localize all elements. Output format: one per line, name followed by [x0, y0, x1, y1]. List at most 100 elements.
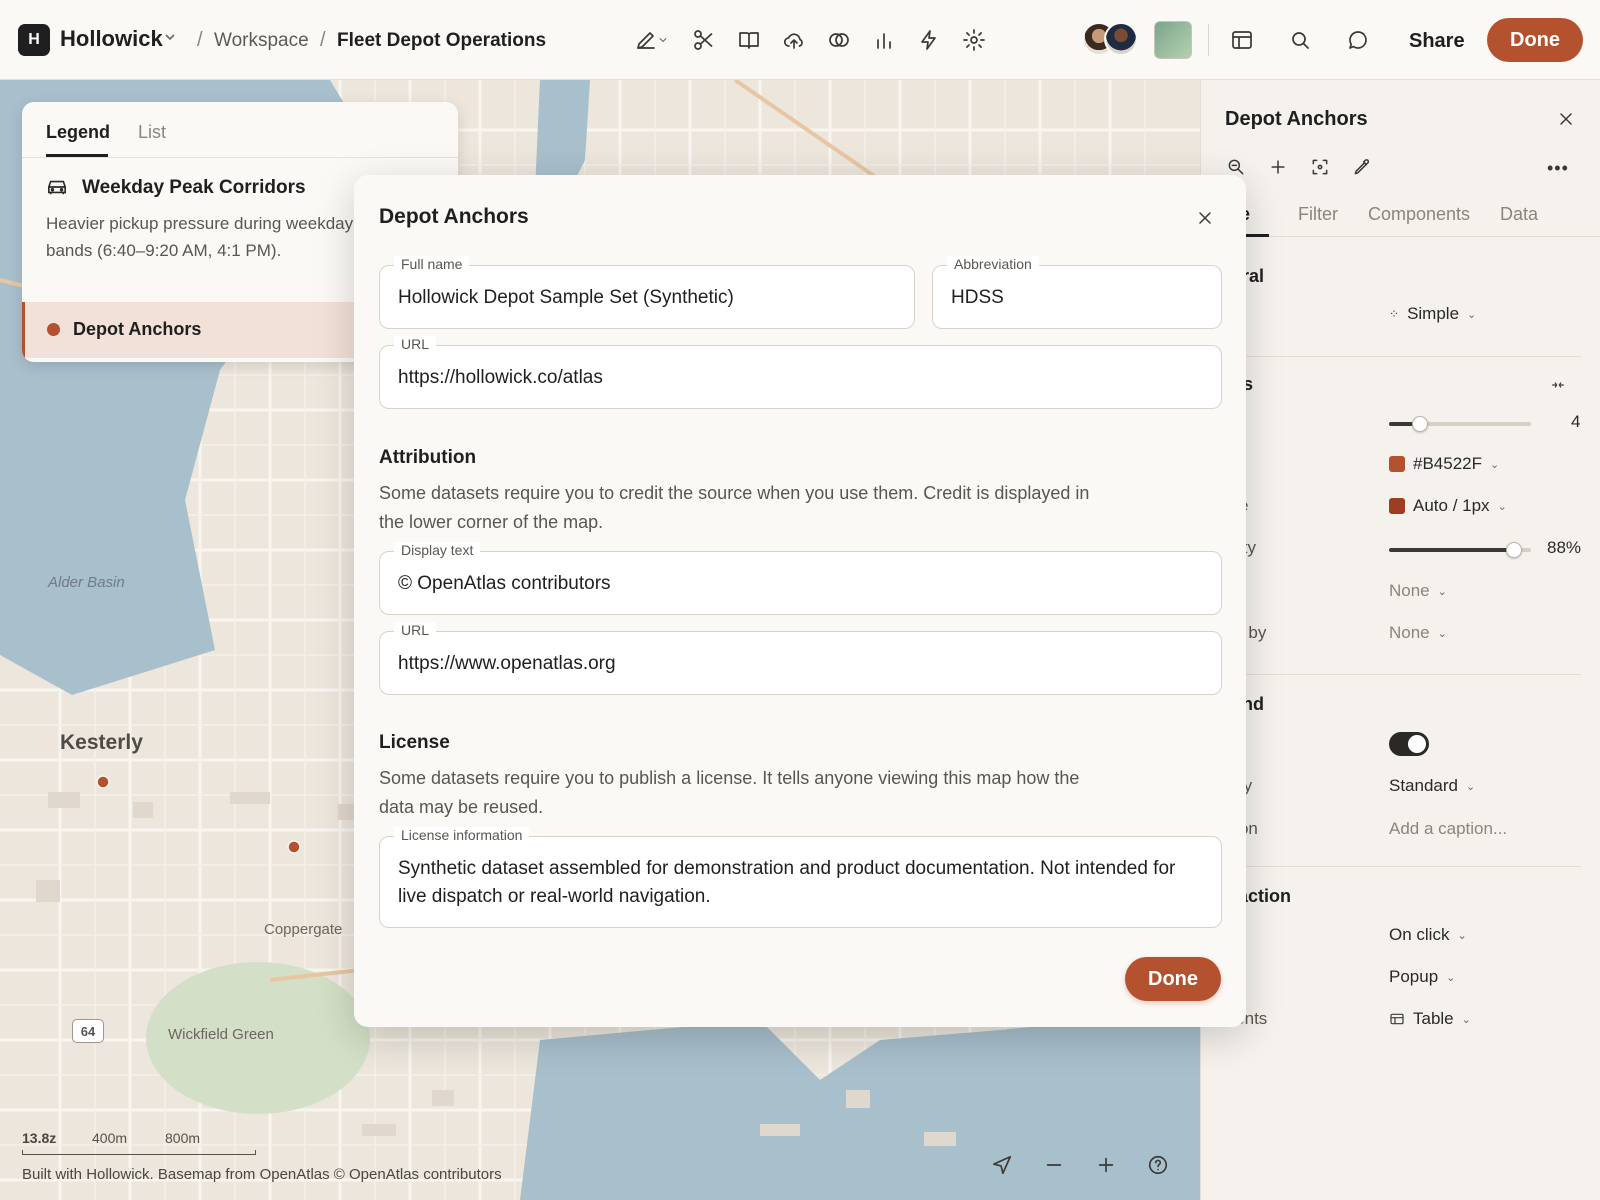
close-icon[interactable] — [1192, 205, 1218, 231]
slider-knob[interactable] — [1505, 542, 1522, 558]
color-swatch — [1389, 456, 1405, 472]
field-label: Abbreviation — [947, 256, 1039, 272]
label-by-value: None — [1389, 623, 1430, 642]
display-value: Standard — [1389, 776, 1458, 795]
tab-components[interactable]: Components — [1368, 204, 1470, 225]
map-attribution[interactable]: Built with Hollowick. Basemap from OpenA… — [22, 1166, 502, 1183]
icon-select[interactable]: None ⌄ — [1389, 581, 1447, 601]
field-label: License information — [394, 827, 530, 843]
chevron-down-icon: ⌄ — [1466, 780, 1476, 793]
focus-icon[interactable] — [1307, 154, 1333, 180]
zoom-out-icon[interactable] — [1039, 1150, 1069, 1180]
collaborator-avatars[interactable] — [1082, 22, 1138, 58]
avatar[interactable] — [1104, 22, 1138, 56]
breadcrumb-separator: / — [320, 29, 326, 51]
scale-label: 400m — [92, 1130, 128, 1146]
legend-group-title[interactable]: Weekday Peak Corridors — [82, 177, 306, 199]
opacity-slider[interactable] — [1389, 542, 1531, 558]
layout-panel-icon[interactable] — [1228, 26, 1256, 54]
abbreviation-field[interactable]: Abbreviation HDSS — [932, 256, 1222, 329]
legend-tabs: Legend List — [22, 102, 458, 158]
show-in-legend-toggle[interactable] — [1389, 732, 1429, 756]
field-value[interactable]: https://hollowick.co/atlas — [398, 364, 603, 392]
comment-icon[interactable] — [1344, 26, 1372, 54]
attribution-url-field[interactable]: URL https://www.openatlas.org — [379, 622, 1222, 695]
share-button[interactable]: Share — [1409, 30, 1465, 53]
upload-cloud-icon[interactable] — [780, 26, 808, 54]
add-icon[interactable] — [1265, 154, 1291, 180]
help-icon[interactable] — [1143, 1150, 1173, 1180]
scissors-icon[interactable] — [690, 26, 718, 54]
breadcrumb-current[interactable]: Fleet Depot Operations — [337, 30, 546, 52]
locate-icon[interactable] — [987, 1150, 1017, 1180]
app-name[interactable]: Hollowick — [60, 26, 163, 52]
contents-select[interactable]: Table ⌄ — [1389, 1009, 1471, 1029]
divider — [1221, 674, 1581, 675]
dialog-title: Depot Anchors — [379, 205, 529, 228]
zoom-in-icon[interactable] — [1091, 1150, 1121, 1180]
chevron-down-icon[interactable] — [163, 30, 177, 49]
app-logo[interactable]: H — [18, 24, 50, 56]
tab-list[interactable]: List — [138, 122, 166, 143]
fill-color-select[interactable]: #B4522F ⌄ — [1389, 454, 1499, 474]
field-label: Display text — [394, 542, 481, 558]
book-icon[interactable] — [735, 26, 763, 54]
license-description: Some datasets require you to publish a l… — [379, 768, 1080, 817]
scatter-icon: ⁘ — [1389, 307, 1400, 321]
tab-filter[interactable]: Filter — [1298, 204, 1338, 225]
lightning-icon[interactable] — [915, 26, 943, 54]
overlap-circles-icon[interactable] — [825, 26, 853, 54]
route-badge: 64 — [72, 1019, 104, 1043]
scale-bar — [22, 1150, 256, 1155]
done-button[interactable]: Done — [1487, 18, 1583, 62]
map-label-wickfield-green: Wickfield Green — [168, 1026, 274, 1043]
stroke-select[interactable]: Auto / 1px ⌄ — [1389, 496, 1507, 516]
collapse-icon[interactable] — [1545, 372, 1571, 398]
color-swatch — [1389, 498, 1405, 514]
chevron-down-icon: ⌄ — [1437, 585, 1447, 598]
chevron-down-icon: ⌄ — [1457, 929, 1467, 942]
breadcrumb-separator: / — [197, 29, 203, 51]
label-by-select[interactable]: None ⌄ — [1389, 623, 1447, 643]
search-icon[interactable] — [1286, 26, 1314, 54]
close-icon[interactable] — [1553, 106, 1579, 132]
url-field[interactable]: URL https://hollowick.co/atlas — [379, 336, 1222, 409]
field-value[interactable]: HDSS — [951, 284, 1004, 312]
kind-select[interactable]: Popup ⌄ — [1389, 967, 1455, 987]
display-select[interactable]: Standard ⌄ — [1389, 776, 1475, 796]
panel-title: Depot Anchors — [1225, 108, 1368, 130]
field-value[interactable]: Hollowick Depot Sample Set (Synthetic) — [398, 284, 734, 312]
layer-settings-panel: Depot Anchors ••• yle Filter Components … — [1200, 80, 1600, 1200]
chevron-down-icon[interactable] — [656, 26, 670, 54]
tab-data[interactable]: Data — [1500, 204, 1538, 225]
chevron-down-icon: ⌄ — [1461, 1013, 1471, 1026]
size-slider[interactable] — [1389, 416, 1531, 432]
divider — [1221, 866, 1581, 867]
caption-input[interactable]: Add a caption... — [1389, 819, 1507, 839]
type-select[interactable]: ⁘ Simple ⌄ — [1389, 304, 1476, 324]
full-name-field[interactable]: Full name Hollowick Depot Sample Set (Sy… — [379, 256, 915, 329]
attribution-heading: Attribution — [379, 447, 477, 468]
trigger-value: On click — [1389, 925, 1450, 944]
bar-chart-icon[interactable] — [870, 26, 898, 54]
breadcrumb-workspace[interactable]: Workspace — [214, 30, 309, 52]
field-value[interactable]: © OpenAtlas contributors — [398, 570, 611, 598]
slider-knob[interactable] — [1412, 416, 1429, 432]
icon-value: None — [1389, 581, 1430, 600]
eyedropper-icon[interactable] — [1349, 154, 1375, 180]
dataset-info-dialog: Depot Anchors Full name Hollowick Depot … — [354, 175, 1246, 1027]
field-value[interactable]: Synthetic dataset assembled for demonstr… — [398, 855, 1208, 911]
field-value[interactable]: https://www.openatlas.org — [398, 650, 616, 678]
map-thumbnail[interactable] — [1154, 21, 1192, 59]
settings-gear-icon[interactable] — [960, 26, 988, 54]
stroke-value: Auto / 1px — [1413, 496, 1490, 515]
trigger-select[interactable]: On click ⌄ — [1389, 925, 1467, 945]
display-text-field[interactable]: Display text © OpenAtlas contributors — [379, 542, 1222, 615]
tab-legend[interactable]: Legend — [46, 122, 110, 143]
map-label-coppergate: Coppergate — [264, 921, 343, 938]
more-options-icon[interactable]: ••• — [1547, 158, 1569, 179]
top-bar: H Hollowick / Workspace / Fleet Depot Op… — [0, 0, 1600, 80]
license-field[interactable]: License information Synthetic dataset as… — [379, 827, 1222, 928]
done-button[interactable]: Done — [1125, 957, 1221, 1001]
chevron-down-icon: ⌄ — [1446, 971, 1456, 984]
